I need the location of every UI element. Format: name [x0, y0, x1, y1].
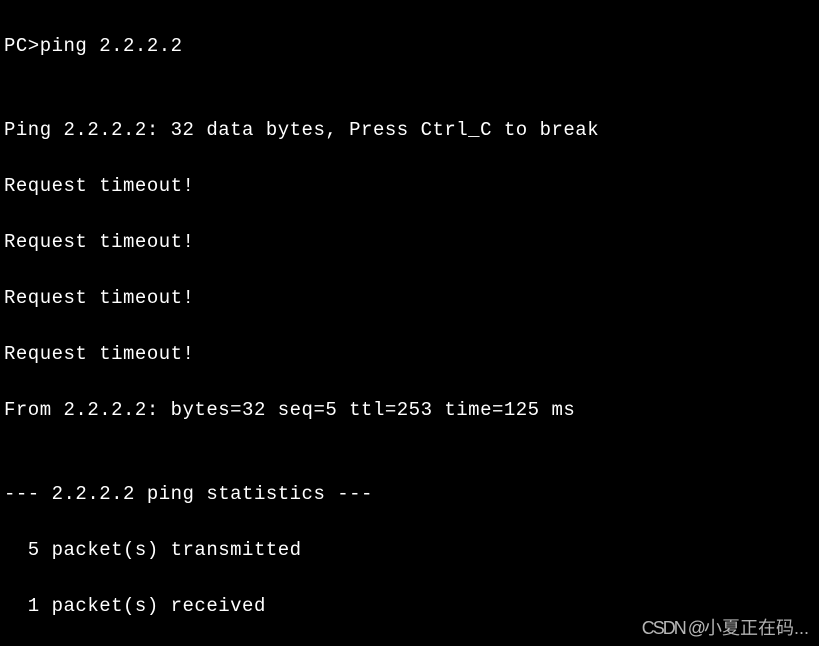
- ping-reply: From 2.2.2.2: bytes=32 seq=5 ttl=253 tim…: [4, 396, 819, 424]
- ping-header: Ping 2.2.2.2: 32 data bytes, Press Ctrl_…: [4, 116, 819, 144]
- prompt: PC>: [4, 35, 40, 57]
- request-timeout: Request timeout!: [4, 228, 819, 256]
- csdn-watermark: CSDN @小夏正在码...: [642, 614, 809, 642]
- stats-transmitted: 5 packet(s) transmitted: [4, 536, 819, 564]
- request-timeout: Request timeout!: [4, 340, 819, 368]
- watermark-author: 小夏正在码...: [704, 618, 809, 638]
- request-timeout: Request timeout!: [4, 284, 819, 312]
- prompt-line-1[interactable]: PC>ping 2.2.2.2: [4, 32, 819, 60]
- command-text: ping 2.2.2.2: [40, 35, 183, 57]
- terminal-output: PC>ping 2.2.2.2 Ping 2.2.2.2: 32 data by…: [0, 0, 819, 646]
- stats-header: --- 2.2.2.2 ping statistics ---: [4, 480, 819, 508]
- request-timeout: Request timeout!: [4, 172, 819, 200]
- watermark-brand: CSDN @: [642, 618, 704, 638]
